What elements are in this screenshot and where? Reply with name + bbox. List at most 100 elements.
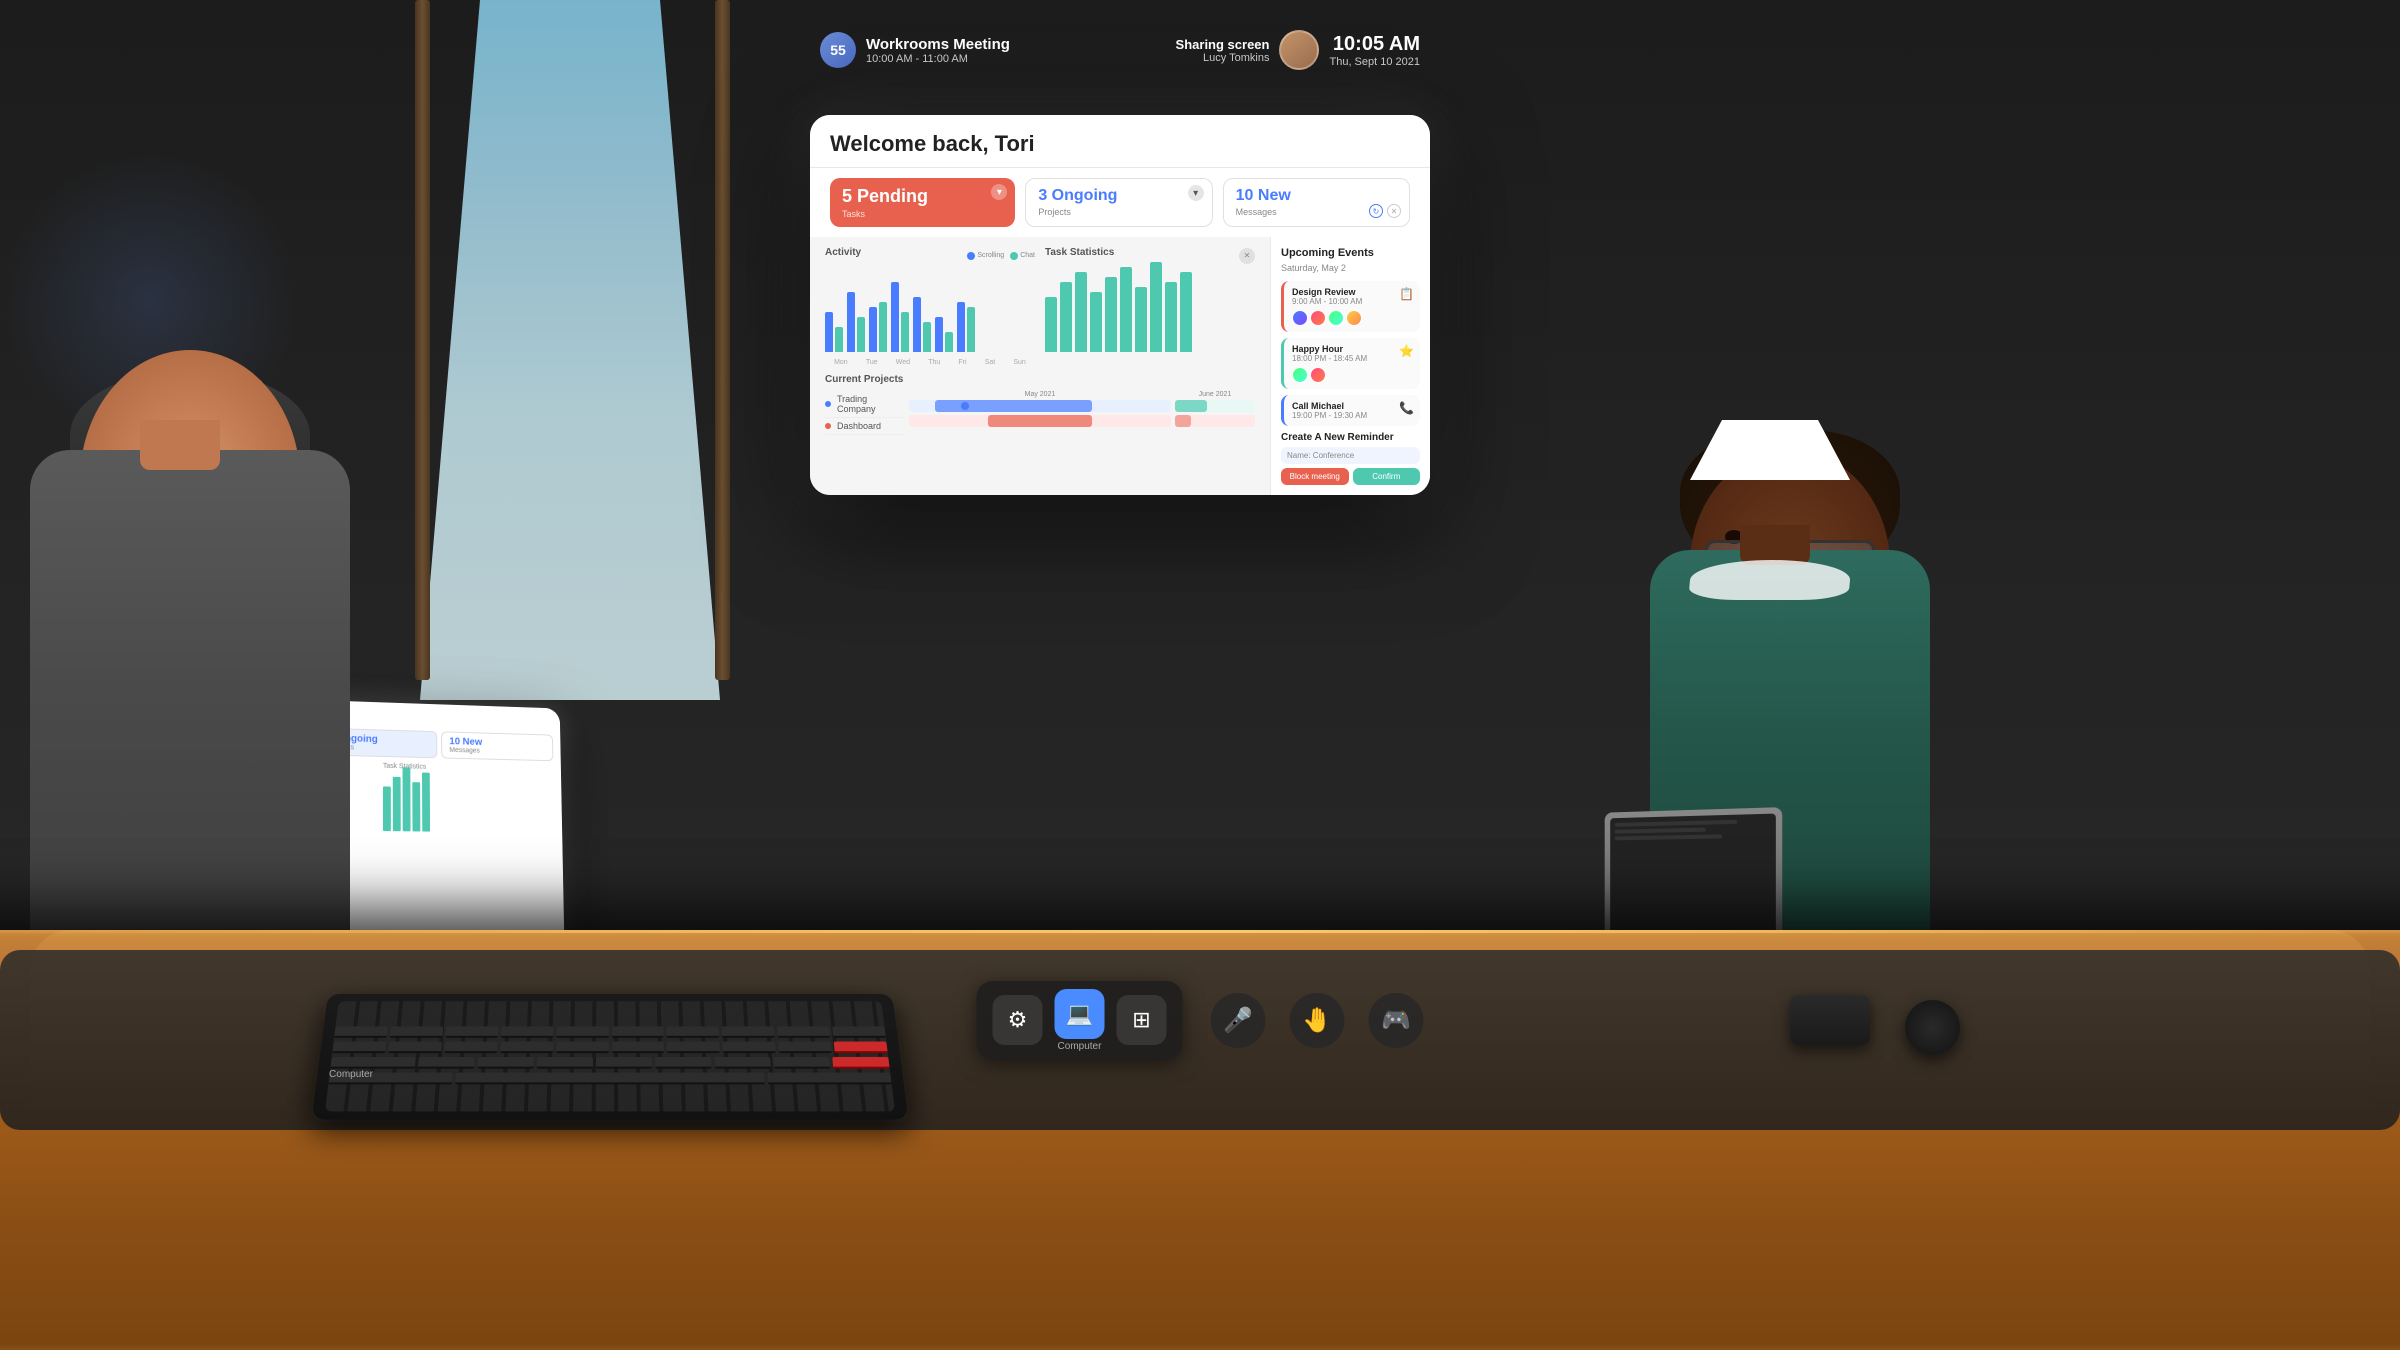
messages-sync-icon[interactable]: ↻ [1369, 204, 1383, 218]
happy-hour-icon: ⭐ [1399, 344, 1414, 358]
clock-date: Thu, Sept 10 2021 [1329, 56, 1420, 68]
event-design-review[interactable]: 📋 Design Review 9:00 AM - 10:00 AM [1281, 281, 1420, 332]
legend-scrolling: Scrolling [977, 252, 1004, 259]
reminder-placeholder: Name: Conference [1287, 451, 1354, 460]
event-avatar-6 [1310, 367, 1326, 383]
gantt-bar-1 [909, 400, 1171, 412]
bar-teal-2 [857, 317, 865, 352]
meeting-title: Workrooms Meeting [866, 36, 1010, 53]
event-avatar-3 [1328, 310, 1344, 326]
vr-toolbar: ⚙ 💻 Computer ⊞ 🎤 🤚 🎮 [977, 981, 1424, 1060]
block-meeting-button[interactable]: Block meeting [1281, 468, 1349, 485]
design-review-time: 9:00 AM - 10:00 AM [1292, 297, 1412, 306]
event-avatar-1 [1292, 310, 1308, 326]
stat-messages[interactable]: 10 New Messages ↻ ✕ [1223, 178, 1410, 227]
bar-group-1 [825, 312, 843, 352]
activity-chart-wrapper: Mon Tue Wed Thu Fri Sat Sun [825, 267, 1035, 366]
project-item-2: Dashboard [825, 418, 905, 435]
ongoing-dropdown[interactable]: ▾ [1188, 185, 1204, 201]
stats-row: 5 Pending Tasks ▾ 3 Ongoing Projects ▾ 1… [810, 168, 1430, 237]
bar-teal-5 [923, 322, 931, 352]
meeting-info: 55 Workrooms Meeting 10:00 AM - 11:00 AM [820, 32, 1010, 68]
vr-gesture-icon-item: 🤚 [1290, 993, 1345, 1048]
bar-teal-6 [945, 332, 953, 352]
project-dot-1 [825, 401, 831, 407]
device-small-2 [1905, 1000, 1960, 1055]
gantt-june-bar-1 [1175, 400, 1255, 412]
task-stats-chart [1045, 267, 1255, 357]
gantt-fill-1 [935, 400, 1092, 412]
clock-info: 10:05 AM Thu, Sept 10 2021 [1329, 33, 1420, 68]
reminder-input[interactable]: Name: Conference [1281, 447, 1420, 464]
event-call-michael[interactable]: 📞 Call Michael 19:00 PM - 19:30 AM [1281, 395, 1420, 426]
vr-control-button[interactable]: 🎮 [1369, 993, 1424, 1048]
bar-blue-5 [913, 297, 921, 352]
bar-blue-1 [825, 312, 833, 352]
bar-blue-2 [847, 292, 855, 352]
bar-group-5 [913, 297, 931, 352]
vr-settings-button[interactable]: ⚙ [993, 995, 1043, 1045]
events-date: Saturday, May 2 [1281, 263, 1420, 273]
reminder-section: Create A New Reminder Name: Conference B… [1281, 432, 1420, 485]
ongoing-sublabel: Projects [1038, 207, 1199, 217]
avatar-female-ruffle [1688, 560, 1851, 600]
confirm-button[interactable]: Confirm [1353, 468, 1421, 485]
vr-computer-button[interactable]: 💻 [1055, 989, 1105, 1039]
task-bar-9 [1165, 282, 1177, 352]
avatar-male-neck [140, 420, 220, 470]
bar-group-2 [847, 292, 865, 352]
task-bar-7 [1135, 287, 1147, 352]
vr-action-icons: 🎤 🤚 🎮 [1211, 993, 1424, 1048]
bar-blue-6 [935, 317, 943, 352]
happy-hour-avatars [1292, 367, 1412, 383]
activity-chart-col: Activity Scrolling Chat [825, 247, 1035, 366]
sharing-avatar [1279, 30, 1319, 70]
vr-mic-icon-item: 🎤 [1211, 993, 1266, 1048]
bar-teal-4 [901, 312, 909, 352]
gantt-june: June 2021 [1175, 391, 1255, 435]
pending-dropdown[interactable]: ▾ [991, 184, 1007, 200]
design-review-avatars [1292, 310, 1412, 326]
activity-title: Activity [825, 247, 861, 258]
gantt-chart: May 2021 [909, 391, 1171, 435]
reminder-title: Create A New Reminder [1281, 432, 1420, 443]
activity-chart [825, 267, 1035, 357]
vr-gesture-button[interactable]: 🤚 [1290, 993, 1345, 1048]
legend-chat-dot [1010, 252, 1018, 260]
projects-timeline: Trading Company Dashboard May 2021 [825, 391, 1255, 435]
clock-time: 10:05 AM [1329, 33, 1420, 56]
vr-computer-tab-label: Computer [323, 1069, 379, 1080]
keyboard[interactable] [312, 994, 909, 1120]
task-bar-4 [1090, 292, 1102, 352]
legend-scrolling-dot [967, 252, 975, 260]
task-bar-5 [1105, 277, 1117, 352]
project-item-1: Trading Company [825, 391, 905, 418]
happy-hour-time: 18:00 PM - 18:45 AM [1292, 354, 1412, 363]
stat-ongoing[interactable]: 3 Ongoing Projects ▾ [1025, 178, 1212, 227]
meeting-text: Workrooms Meeting 10:00 AM - 11:00 AM [866, 36, 1010, 65]
gantt-may-label: May 2021 [909, 391, 1171, 398]
event-happy-hour[interactable]: ⭐ Happy Hour 18:00 PM - 18:45 AM [1281, 338, 1420, 389]
window-frame-left [415, 0, 430, 680]
stat-pending[interactable]: 5 Pending Tasks ▾ [830, 178, 1015, 227]
dashboard-right: Upcoming Events Saturday, May 2 📋 Design… [1270, 237, 1430, 495]
gantt-bar-2 [909, 415, 1171, 427]
task-stats-icon[interactable]: ✕ [1239, 248, 1255, 264]
ongoing-label: 3 Ongoing [1038, 187, 1199, 205]
projects-labels: Trading Company Dashboard [825, 391, 905, 435]
vr-status-bar: 55 Workrooms Meeting 10:00 AM - 11:00 AM… [810, 30, 1430, 70]
window-frame-right [715, 0, 730, 680]
avatar-female-neck [1740, 525, 1810, 565]
task-bar-6 [1120, 267, 1132, 352]
messages-close-icon[interactable]: ✕ [1387, 204, 1401, 218]
vr-apps-button[interactable]: ⊞ [1117, 995, 1167, 1045]
dashboard-main: Activity Scrolling Chat [810, 237, 1430, 495]
call-michael-icon: 📞 [1399, 401, 1414, 415]
pending-sublabel: Tasks [842, 209, 1003, 219]
vr-settings-btn-group: ⚙ [993, 995, 1043, 1047]
vr-control-icon-item: 🎮 [1369, 993, 1424, 1048]
bar-blue-3 [869, 307, 877, 352]
welcome-text: Welcome back, Tori [830, 131, 1410, 157]
gantt-june-fill-1 [1175, 400, 1207, 412]
vr-mic-button[interactable]: 🎤 [1211, 993, 1266, 1048]
